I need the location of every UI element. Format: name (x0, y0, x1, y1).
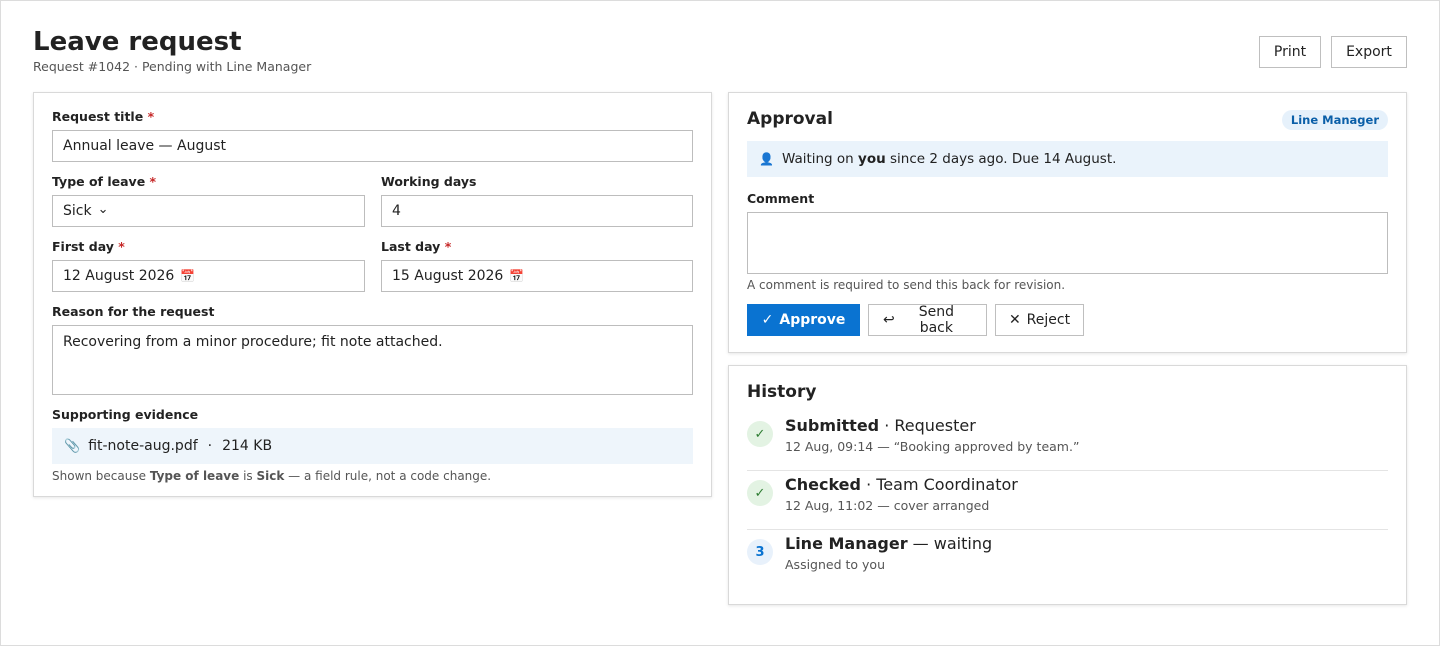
working-days-label: Working days (381, 174, 477, 189)
working-days-value: 4 (392, 203, 401, 219)
first-day-field: First day * 12 August 2026 📅 (52, 239, 365, 292)
page-subtitle: Request #1042 · Pending with Line Manage… (33, 59, 312, 74)
last-day-field: Last day * 15 August 2026 📅 (381, 239, 693, 292)
supporting-evidence-field: Supporting evidence 📎 fit-note-aug.pdf ·… (52, 407, 693, 483)
type-of-leave-label: Type of leave * (52, 174, 157, 189)
comment-field: Comment A comment is required to send th… (747, 191, 1388, 292)
check-icon: ✓ (747, 480, 773, 506)
user-icon: 👤 (759, 152, 774, 166)
required-mark: * (149, 174, 157, 189)
check-icon: ✓ (747, 421, 773, 447)
paperclip-icon: 📎 (64, 438, 81, 454)
request-title-label: Request title * (52, 109, 155, 124)
history-item: ✓ Submitted · Requester 12 Aug, 09:14 — … (747, 412, 1388, 471)
type-of-leave-field: Type of leave * Sick ⌄ (52, 174, 365, 227)
reason-label: Reason for the request (52, 304, 215, 319)
history-card: History ✓ Submitted · Requester 12 Aug, … (728, 365, 1407, 605)
history-item-detail: 12 Aug, 11:02 — cover arranged (785, 498, 990, 513)
calendar-icon[interactable]: 📅 (180, 269, 195, 283)
chevron-down-icon: ⌄ (97, 201, 109, 217)
check-icon: ✓ (761, 312, 774, 328)
comment-textarea[interactable] (747, 212, 1388, 274)
working-days-input[interactable]: 4 (381, 195, 693, 227)
first-day-input[interactable]: 12 August 2026 📅 (52, 260, 365, 292)
field-rule-hint: Shown because Type of leave is Sick — a … (52, 469, 492, 483)
step-number-icon: 3 (747, 539, 773, 565)
attachment-size: 214 KB (222, 438, 273, 454)
history-item-detail: 12 Aug, 09:14 — “Booking approved by tea… (785, 439, 1080, 454)
last-day-label: Last day * (381, 239, 452, 254)
history-item: ✓ Checked · Team Coordinator 12 Aug, 11:… (747, 471, 1388, 530)
attachment-name[interactable]: fit-note-aug.pdf (88, 438, 197, 454)
reason-field: Reason for the request Recovering from a… (52, 304, 693, 395)
history-item-title: Submitted · Requester (785, 416, 976, 435)
request-form-card: Request title * Annual leave — August Ty… (33, 92, 712, 497)
approve-button[interactable]: ✓ Approve (747, 304, 860, 336)
last-day-value: 15 August 2026 (392, 268, 504, 284)
required-mark: * (444, 239, 452, 254)
history-item-title: Line Manager — waiting (785, 534, 993, 553)
history-item: 3 Line Manager — waiting Assigned to you (747, 530, 1388, 589)
approval-card: Approval Line Manager 👤 Waiting on you s… (728, 92, 1407, 353)
undo-icon: ↩ (883, 312, 895, 328)
send-back-button[interactable]: ↩ Send back (868, 304, 987, 336)
required-mark: * (118, 239, 125, 254)
reason-value: Recovering from a minor procedure; fit n… (63, 334, 443, 350)
reason-textarea[interactable]: Recovering from a minor procedure; fit n… (52, 325, 693, 395)
required-mark: * (147, 109, 155, 124)
attachment-separator: · (207, 438, 213, 454)
close-icon: ✕ (1008, 312, 1021, 328)
reject-button[interactable]: ✕ Reject (995, 304, 1084, 336)
request-title-field: Request title * Annual leave — August (52, 109, 693, 162)
type-of-leave-select[interactable]: Sick ⌄ (52, 195, 365, 227)
request-title-input[interactable]: Annual leave — August (52, 130, 693, 162)
page-header: Leave request Request #1042 · Pending wi… (33, 27, 1407, 77)
header-actions: Print Export (1259, 36, 1407, 68)
type-of-leave-value: Sick (63, 203, 92, 219)
waiting-notice: 👤 Waiting on you since 2 days ago. Due 1… (747, 141, 1388, 177)
request-title-value: Annual leave — August (63, 138, 226, 154)
supporting-evidence-label: Supporting evidence (52, 407, 199, 422)
comment-label: Comment (747, 191, 815, 206)
history-item-title: Checked · Team Coordinator (785, 475, 1018, 494)
comment-hint: A comment is required to send this back … (747, 278, 1066, 292)
export-button[interactable]: Export (1331, 36, 1407, 68)
history-item-detail: Assigned to you (785, 557, 885, 572)
calendar-icon[interactable]: 📅 (509, 269, 524, 283)
history-title: History (747, 382, 817, 402)
last-day-input[interactable]: 15 August 2026 📅 (381, 260, 693, 292)
approval-actions: ✓ Approve ↩ Send back ✕ Reject (747, 304, 1084, 336)
print-button[interactable]: Print (1259, 36, 1321, 68)
role-badge: Line Manager (1281, 110, 1388, 130)
waiting-notice-text: Waiting on you since 2 days ago. Due 14 … (781, 151, 1117, 167)
page-title: Leave request (33, 27, 242, 57)
first-day-label: First day * (52, 239, 125, 254)
attachment-item[interactable]: 📎 fit-note-aug.pdf · 214 KB (52, 428, 693, 464)
working-days-field: Working days 4 (381, 174, 693, 227)
first-day-value: 12 August 2026 (63, 268, 175, 284)
